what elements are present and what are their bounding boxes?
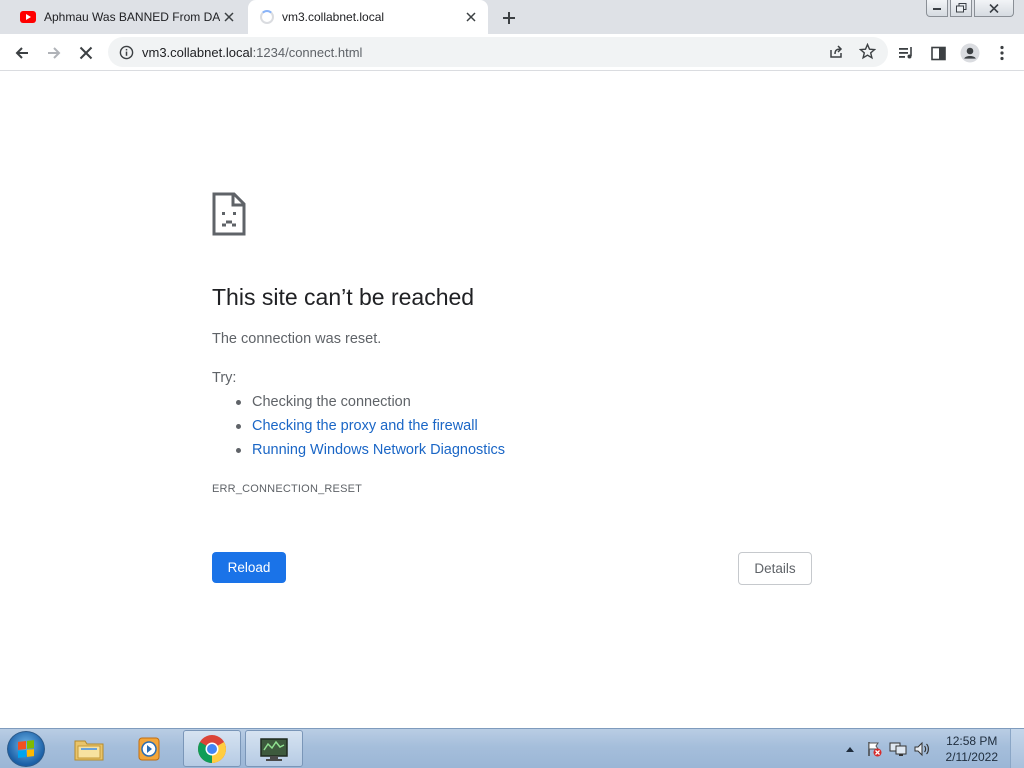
profile-button[interactable] bbox=[956, 39, 984, 67]
suggestion-network-diagnostics-link[interactable]: Running Windows Network Diagnostics bbox=[235, 442, 505, 466]
tab-title: Aphmau Was BANNED From DAYCARE bbox=[44, 10, 220, 24]
arrow-right-icon bbox=[48, 47, 61, 59]
show-desktop-button[interactable] bbox=[1010, 729, 1024, 768]
playlist-icon bbox=[899, 47, 912, 59]
menu-button[interactable] bbox=[988, 39, 1016, 67]
sad-document-icon bbox=[212, 192, 246, 236]
close-tab-icon[interactable] bbox=[220, 8, 238, 26]
minimize-icon bbox=[933, 8, 941, 10]
stop-button[interactable] bbox=[72, 39, 100, 67]
suggestion-list: Checking the connection Checking the pro… bbox=[235, 394, 505, 466]
monitor-icon bbox=[260, 737, 288, 761]
suggestion-check-connection: Checking the connection bbox=[235, 394, 505, 418]
forward-button[interactable] bbox=[40, 39, 68, 67]
chrome-icon bbox=[198, 734, 226, 763]
avatar-icon bbox=[960, 43, 980, 63]
browser-toolbar: vm3.collabnet.local:1234/connect.html bbox=[0, 34, 1024, 71]
address-bar[interactable]: vm3.collabnet.local:1234/connect.html bbox=[108, 37, 888, 67]
share-icon[interactable] bbox=[828, 44, 844, 65]
url-path: :1234/connect.html bbox=[252, 44, 363, 60]
error-code: ERR_CONNECTION_RESET bbox=[212, 483, 363, 495]
close-tab-icon[interactable] bbox=[462, 8, 480, 26]
try-label: Try: bbox=[212, 370, 237, 386]
close-window-button[interactable] bbox=[974, 0, 1014, 17]
restore-button[interactable] bbox=[950, 0, 972, 17]
show-hidden-icons-button[interactable] bbox=[840, 739, 860, 759]
url-text: vm3.collabnet.local:1234/connect.html bbox=[142, 45, 362, 60]
reload-button[interactable]: Reload bbox=[212, 552, 286, 583]
taskbar-media-player[interactable] bbox=[120, 730, 178, 767]
more-vert-icon bbox=[1000, 45, 1004, 61]
close-icon bbox=[989, 3, 999, 13]
plus-icon bbox=[503, 12, 515, 24]
minimize-button[interactable] bbox=[926, 0, 948, 17]
side-panel-button[interactable] bbox=[924, 39, 952, 67]
loading-spinner-icon bbox=[260, 10, 274, 24]
tab-title: vm3.collabnet.local bbox=[282, 10, 385, 24]
arrow-left-icon bbox=[15, 47, 28, 59]
bookmark-star-icon[interactable] bbox=[858, 42, 877, 65]
clock-date: 2/11/2022 bbox=[945, 750, 999, 764]
clock-time: 12:58 PM bbox=[946, 734, 998, 748]
media-control-button[interactable] bbox=[892, 39, 920, 67]
url-host: vm3.collabnet.local bbox=[142, 44, 253, 60]
system-tray: 12:58 PM 2/11/2022 bbox=[840, 729, 1024, 768]
action-center-flag-icon[interactable] bbox=[864, 739, 884, 759]
tab-strip: Aphmau Was BANNED From DAYCARE vm3.colla… bbox=[0, 0, 1024, 34]
info-icon[interactable] bbox=[118, 44, 134, 60]
taskbar-remote-app[interactable] bbox=[245, 730, 303, 767]
back-button[interactable] bbox=[8, 39, 36, 67]
chevron-up-icon bbox=[845, 747, 854, 752]
close-icon bbox=[79, 46, 93, 60]
window-controls bbox=[926, 0, 1014, 17]
youtube-icon bbox=[20, 11, 36, 23]
tab-youtube[interactable]: Aphmau Was BANNED From DAYCARE bbox=[8, 0, 246, 34]
error-title: This site can’t be reached bbox=[212, 284, 475, 310]
windows-logo-icon bbox=[18, 740, 34, 758]
network-icon[interactable] bbox=[888, 739, 908, 759]
volume-icon[interactable] bbox=[912, 739, 932, 759]
taskbar-chrome[interactable] bbox=[183, 730, 241, 767]
tab-active[interactable]: vm3.collabnet.local bbox=[248, 0, 488, 34]
restore-icon bbox=[955, 3, 966, 13]
side-panel-icon bbox=[930, 46, 946, 60]
suggestion-check-proxy-link[interactable]: Checking the proxy and the firewall bbox=[235, 418, 505, 442]
media-player-icon bbox=[138, 737, 160, 760]
error-description: The connection was reset. bbox=[212, 331, 382, 347]
details-button[interactable]: Details bbox=[738, 552, 812, 585]
new-tab-button[interactable] bbox=[498, 7, 520, 29]
start-button[interactable] bbox=[7, 731, 45, 767]
windows-taskbar: 12:58 PM 2/11/2022 bbox=[0, 728, 1024, 768]
taskbar-explorer[interactable] bbox=[60, 730, 118, 767]
clock[interactable]: 12:58 PM 2/11/2022 bbox=[946, 733, 999, 765]
folder-icon bbox=[74, 740, 104, 760]
error-page: This site can’t be reached The connectio… bbox=[0, 72, 1024, 728]
